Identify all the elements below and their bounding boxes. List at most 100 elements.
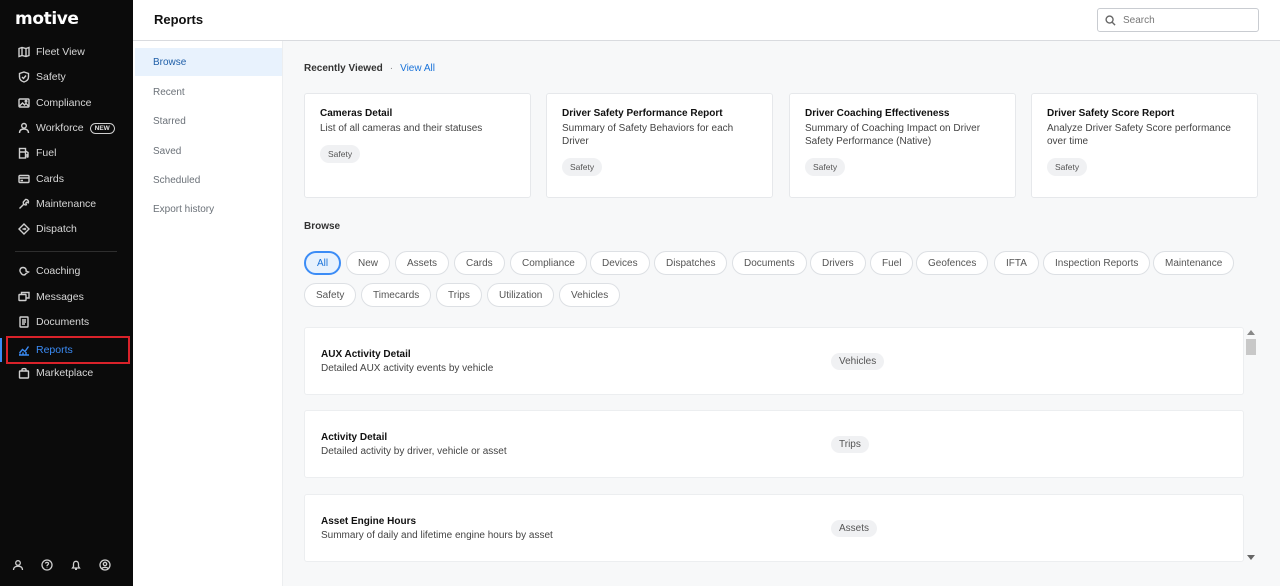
map-icon [17,46,30,59]
nav-label: Safety [36,71,66,83]
category-tag: Safety [805,158,846,176]
subnav-item-saved[interactable]: Saved [135,137,282,165]
nav-item-fuel[interactable]: Fuel [8,141,128,165]
chip-documents[interactable]: Documents [732,251,807,275]
nav-item-documents[interactable]: Documents [8,310,128,334]
chip-dispatches[interactable]: Dispatches [654,251,728,275]
help-icon[interactable] [39,557,54,572]
chip-maintenance[interactable]: Maintenance [1153,251,1235,275]
chip-trips[interactable]: Trips [436,283,482,307]
reports-subnav: Browse Recent Starred Saved Scheduled Ex… [133,41,283,586]
chip-geofences[interactable]: Geofences [916,251,989,275]
chip-new[interactable]: New [346,251,391,275]
nav-divider [15,251,117,252]
category-tag: Safety [1047,158,1088,176]
chip-vehicles[interactable]: Vehicles [559,283,621,307]
report-row[interactable]: Asset Engine Hours Summary of daily and … [304,494,1244,562]
view-all-link[interactable]: View All [400,63,435,74]
dispatch-icon [17,223,30,236]
recently-viewed-header: Recently Viewed · View All [304,63,435,74]
card-icon [17,173,30,186]
report-list: AUX Activity Detail Detailed AUX activit… [304,327,1259,563]
messages-icon [17,291,30,304]
nav-item-reports[interactable]: Reports [6,336,130,364]
scroll-down-arrow-icon[interactable] [1247,555,1255,560]
nav-label: Maintenance [36,198,97,210]
nav-item-dispatch[interactable]: Dispatch [8,217,128,241]
recent-report-card[interactable]: Driver Coaching Effectiveness Summary of… [789,93,1016,198]
chip-all[interactable]: All [304,251,342,275]
profile-icon[interactable] [97,557,112,572]
nav-item-messages[interactable]: Messages [8,285,128,309]
nav-label: Workforce [36,122,84,134]
subnav-item-recent[interactable]: Recent [135,78,282,106]
nav-item-fleet-view[interactable]: Fleet View [8,40,128,64]
nav-item-compliance[interactable]: Compliance [8,91,128,115]
card-title: Driver Safety Score Report [1047,108,1175,119]
nav-label: Cards [36,173,65,185]
nav-label: Documents [36,316,90,328]
search-icon [1105,14,1116,26]
chip-compliance[interactable]: Compliance [510,251,587,275]
user-icon[interactable] [10,557,25,572]
nav-label: Fuel [36,147,57,159]
nav-item-coaching[interactable]: Coaching [8,259,128,283]
report-row[interactable]: Activity Detail Detailed activity by dri… [304,410,1244,478]
report-list-scrollbar[interactable] [1245,327,1258,563]
nav-label: Messages [36,291,84,303]
search-input[interactable] [1123,14,1243,26]
subnav-item-browse[interactable]: Browse [135,48,282,76]
chip-safety[interactable]: Safety [304,283,357,307]
card-title: Driver Coaching Effectiveness [805,108,950,119]
category-tag: Safety [562,158,603,176]
subnav-item-export-history[interactable]: Export history [135,195,282,223]
report-row[interactable]: AUX Activity Detail Detailed AUX activit… [304,327,1244,395]
recently-viewed-title: Recently Viewed [304,63,383,74]
nav-label: Marketplace [36,367,94,379]
nav-label: Dispatch [36,223,77,235]
fuel-icon [17,147,30,160]
search-box[interactable] [1097,8,1259,32]
chip-drivers[interactable]: Drivers [810,251,866,275]
main-content: Recently Viewed · View All Cameras Detai… [284,41,1280,586]
active-indicator [0,338,2,362]
chip-ifta[interactable]: IFTA [994,251,1039,275]
chip-fuel[interactable]: Fuel [870,251,914,275]
chip-utilization[interactable]: Utilization [487,283,555,307]
page-header: Reports [133,0,1280,41]
chip-assets[interactable]: Assets [395,251,450,275]
nav-bottom-icons [10,557,112,572]
new-badge: NEW [89,122,115,134]
recent-report-card[interactable]: Driver Safety Performance Report Summary… [546,93,773,198]
recent-report-card[interactable]: Driver Safety Score Report Analyze Drive… [1031,93,1258,198]
subnav-item-starred[interactable]: Starred [135,107,282,135]
scroll-thumb[interactable] [1246,339,1256,355]
card-title: Cameras Detail [320,108,393,119]
browse-title: Browse [304,221,341,232]
nav-label: Coaching [36,265,81,277]
nav-label: Reports [36,344,73,356]
recent-report-card[interactable]: Cameras Detail List of all cameras and t… [304,93,531,198]
report-title: AUX Activity Detail [321,349,411,360]
bag-icon [17,367,30,380]
nav-item-safety[interactable]: Safety [8,65,128,89]
nav-item-cards[interactable]: Cards [8,167,128,191]
card-title: Driver Safety Performance Report [562,108,723,119]
left-nav: motive Fleet View Safety Compliance Work… [0,0,133,586]
nav-label: Compliance [36,97,92,109]
chip-timecards[interactable]: Timecards [361,283,432,307]
document-icon [17,316,30,329]
nav-item-workforce[interactable]: Workforce NEW [8,116,128,140]
chip-devices[interactable]: Devices [590,251,650,275]
category-tag: Vehicles [831,353,885,370]
bell-icon[interactable] [68,557,83,572]
subnav-item-scheduled[interactable]: Scheduled [135,166,282,194]
category-tag: Safety [320,145,361,163]
card-description: Summary of Safety Behaviors for each Dri… [562,123,734,147]
chip-inspection-reports[interactable]: Inspection Reports [1043,251,1151,275]
scroll-up-arrow-icon[interactable] [1247,330,1255,335]
chip-cards[interactable]: Cards [454,251,505,275]
nav-item-maintenance[interactable]: Maintenance [8,192,128,216]
motive-logo[interactable]: motive [15,9,79,29]
nav-item-marketplace[interactable]: Marketplace [8,361,128,385]
